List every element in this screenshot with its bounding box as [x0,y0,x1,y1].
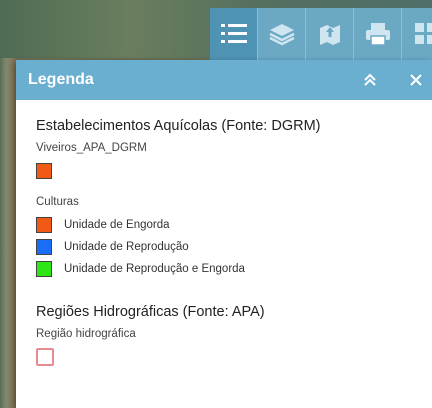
layer-title-aquicolas: Estabelecimentos Aquícolas (Fonte: DGRM) [36,118,321,134]
swatch-reproducao [36,239,52,255]
legend-row-reproducao-engorda: Unidade de Reprodução e Engorda [36,258,432,280]
legend-list-icon [220,23,247,45]
collapse-button[interactable] [360,70,380,90]
grid-icon [414,23,432,45]
more-widgets-button[interactable] [402,8,432,60]
layers-button[interactable] [258,8,306,60]
swatch-regiao-outline [36,348,54,366]
close-icon [410,74,422,86]
double-chevron-up-icon [364,73,376,86]
legend-label-reproducao: Unidade de Reprodução [64,241,189,253]
swatch-reproducao-engorda [36,261,52,277]
field-label-culturas: Culturas [36,196,79,208]
panel-header: Legenda [16,60,432,100]
legend-row-engorda: Unidade de Engorda [36,214,432,236]
print-icon [365,22,391,46]
layer-title-regioes: Regiões Hidrográficas (Fonte: APA) [36,304,265,320]
upload-map-icon [318,22,342,46]
close-button[interactable] [406,70,426,90]
widget-toolbar [210,8,432,60]
legend-row-reproducao: Unidade de Reprodução [36,236,432,258]
legend-label-engorda: Unidade de Engorda [64,219,170,231]
swatch-engorda [36,217,52,233]
panel-title: Legenda [28,71,94,88]
print-button[interactable] [354,8,402,60]
add-data-button[interactable] [306,8,354,60]
legend-content: Estabelecimentos Aquícolas (Fonte: DGRM)… [16,100,432,368]
legend-row-regiao [36,346,432,368]
legend-panel: Legenda Estabelecimentos Aquícolas (Font… [16,60,432,408]
legend-button[interactable] [210,8,258,60]
field-label-regiao: Região hidrográfica [36,328,136,340]
legend-label-reproducao-engorda: Unidade de Reprodução e Engorda [64,263,245,275]
legend-row-viveiros [36,160,432,182]
field-label-viveiros: Viveiros_APA_DGRM [36,142,147,154]
layers-icon [268,22,295,46]
swatch-viveiros [36,163,52,179]
